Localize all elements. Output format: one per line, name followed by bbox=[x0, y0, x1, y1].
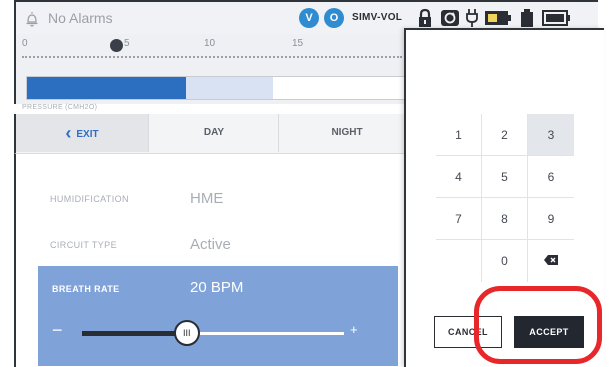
key-9[interactable]: 9 bbox=[528, 198, 574, 240]
tick-label: 5 bbox=[124, 38, 130, 49]
mode-badge-o: O bbox=[324, 8, 344, 28]
tick-label: 10 bbox=[204, 38, 216, 49]
mode-badge-v: V bbox=[299, 8, 319, 28]
breath-rate-setting[interactable]: BREATH RATE 20 BPM − III + bbox=[38, 266, 398, 366]
battery-small-icon bbox=[521, 9, 533, 27]
pressure-caption: PRESSURE (CMH2O) bbox=[22, 104, 98, 111]
circuit-type-label: CIRCUIT TYPE bbox=[50, 240, 117, 250]
pressure-bar bbox=[26, 76, 406, 100]
breath-rate-value: 20 BPM bbox=[190, 279, 244, 296]
circuit-type-value[interactable]: Active bbox=[190, 236, 231, 253]
ventilator-screen: No Alarms V O SIMV-VOL 0 5 10 15 PRESSUR… bbox=[0, 0, 609, 367]
key-3[interactable]: 3 bbox=[528, 114, 574, 156]
key-6[interactable]: 6 bbox=[528, 156, 574, 198]
breath-rate-slider[interactable]: III bbox=[82, 320, 344, 346]
settings-tabs: ‹ EXIT DAY NIGHT bbox=[14, 114, 414, 154]
key-0[interactable]: 0 bbox=[482, 240, 528, 282]
lock-icon[interactable] bbox=[417, 8, 433, 28]
settings-panel: HUMIDIFICATION HME CIRCUIT TYPE Active B… bbox=[14, 154, 414, 367]
increase-button[interactable]: + bbox=[350, 322, 358, 337]
humidification-value[interactable]: HME bbox=[190, 190, 223, 207]
key-4[interactable]: 4 bbox=[436, 156, 482, 198]
chevron-left-icon: ‹ bbox=[65, 123, 72, 143]
tab-day[interactable]: DAY bbox=[148, 114, 279, 152]
pressure-bar-fill bbox=[27, 77, 186, 99]
key-empty bbox=[436, 240, 482, 282]
highlight-annotation bbox=[474, 286, 602, 364]
backspace-key[interactable] bbox=[528, 240, 574, 282]
exit-button[interactable]: ‹ EXIT bbox=[16, 114, 148, 152]
bell-icon bbox=[26, 12, 38, 27]
power-plug-icon bbox=[466, 9, 478, 27]
exit-label: EXIT bbox=[76, 129, 99, 140]
breath-rate-label: BREATH RATE bbox=[52, 284, 120, 294]
sync-icon bbox=[441, 10, 459, 26]
key-2[interactable]: 2 bbox=[482, 114, 528, 156]
key-7[interactable]: 7 bbox=[436, 198, 482, 240]
humidification-label: HUMIDIFICATION bbox=[50, 194, 129, 204]
slider-thumb[interactable]: III bbox=[173, 320, 200, 346]
pressure-gauge: 0 5 10 15 bbox=[14, 34, 414, 104]
slider-fill bbox=[82, 331, 187, 336]
ruler-scale bbox=[22, 56, 402, 58]
pressure-marker bbox=[110, 39, 123, 52]
battery-full-icon bbox=[542, 10, 570, 26]
key-8[interactable]: 8 bbox=[482, 198, 528, 240]
key-5[interactable]: 5 bbox=[482, 156, 528, 198]
battery-charging-icon bbox=[485, 11, 511, 25]
tick-label: 15 bbox=[292, 38, 304, 49]
alarm-status-text[interactable]: No Alarms bbox=[48, 10, 113, 26]
decrease-button[interactable]: − bbox=[52, 320, 63, 341]
ventilation-mode[interactable]: SIMV-VOL bbox=[352, 12, 402, 23]
tick-label: 0 bbox=[22, 38, 28, 49]
backspace-icon bbox=[544, 255, 558, 265]
key-1[interactable]: 1 bbox=[436, 114, 482, 156]
tab-night[interactable]: NIGHT bbox=[278, 114, 415, 152]
